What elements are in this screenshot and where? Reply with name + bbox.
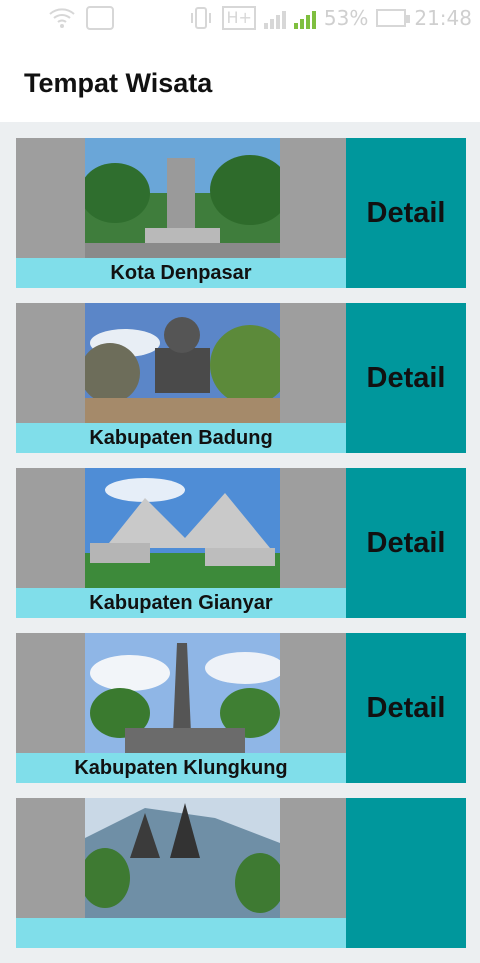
item-name <box>16 918 346 948</box>
item-name: Kabupaten Klungkung <box>16 753 346 783</box>
kota-denpasar-photo <box>85 138 280 258</box>
item-name: Kota Denpasar <box>16 258 346 288</box>
page-title: Tempat Wisata <box>24 68 213 98</box>
thumbnail: Kabupaten Gianyar <box>16 468 346 618</box>
partial-photo <box>85 798 280 918</box>
list-item[interactable]: Kabupaten Gianyar Detail <box>16 468 466 618</box>
app-bar: Tempat Wisata <box>0 38 480 122</box>
detail-button[interactable]: Detail <box>346 303 466 453</box>
thumbnail <box>16 798 346 948</box>
list-item[interactable]: Kabupaten Badung Detail <box>16 303 466 453</box>
destination-list[interactable]: Kota Denpasar Detail Kabupaten Badung De… <box>16 138 466 963</box>
wifi-icon <box>49 8 75 28</box>
kabupaten-badung-photo <box>85 303 280 423</box>
kabupaten-klungkung-photo <box>85 633 280 753</box>
signal-2-icon <box>293 7 316 29</box>
kabupaten-gianyar-photo <box>85 468 280 588</box>
item-name: Kabupaten Gianyar <box>16 588 346 618</box>
image-icon <box>86 6 114 30</box>
detail-button[interactable]: Detail <box>346 138 466 288</box>
list-item[interactable]: Kota Denpasar Detail <box>16 138 466 288</box>
status-right: H+ 53% 21:48 <box>188 6 472 30</box>
status-left <box>48 6 114 30</box>
h-plus-icon: H+ <box>222 6 256 30</box>
item-name: Kabupaten Badung <box>16 423 346 453</box>
battery-icon <box>376 9 411 27</box>
clock: 21:48 <box>414 6 472 30</box>
thumbnail: Kabupaten Klungkung <box>16 633 346 783</box>
list-item[interactable]: Kabupaten Klungkung Detail <box>16 633 466 783</box>
list-item[interactable] <box>16 798 466 948</box>
thumbnail: Kabupaten Badung <box>16 303 346 453</box>
detail-button[interactable]: Detail <box>346 633 466 783</box>
detail-button[interactable] <box>346 798 466 948</box>
battery-percent: 53% <box>323 6 369 30</box>
signal-1-icon <box>263 7 286 29</box>
status-bar: H+ 53% 21:48 <box>0 0 480 38</box>
vibrate-icon <box>191 7 212 29</box>
detail-button[interactable]: Detail <box>346 468 466 618</box>
thumbnail: Kota Denpasar <box>16 138 346 288</box>
